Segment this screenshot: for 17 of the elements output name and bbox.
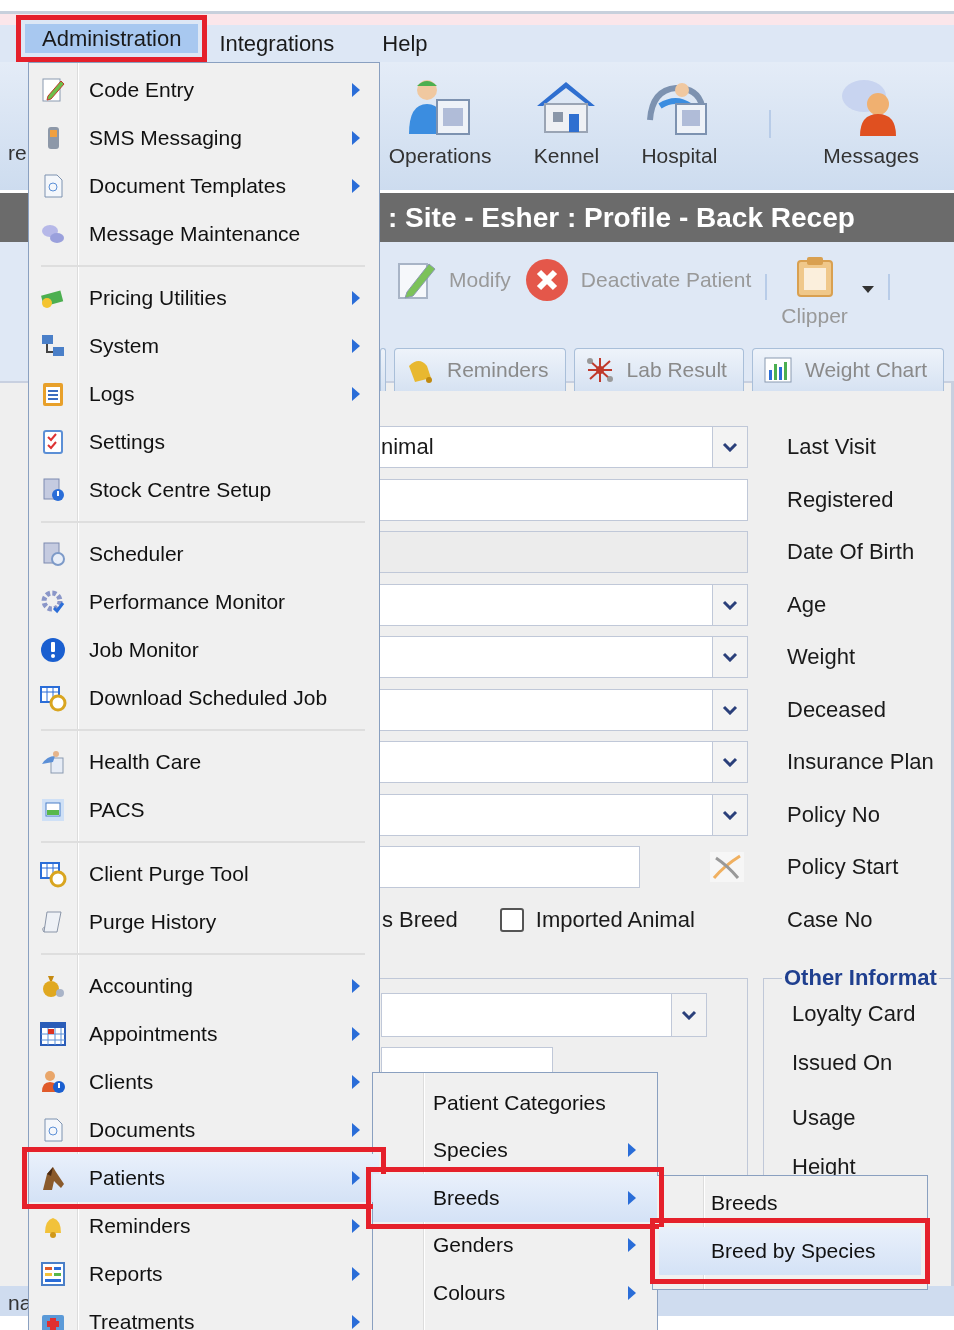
field-label: Usage (792, 1105, 857, 1132)
field-label: s Breed (382, 906, 458, 933)
field-label: Issued On (792, 1050, 894, 1077)
field-label: Last Visit (787, 434, 876, 461)
field-label: Age (787, 591, 827, 618)
profile-title: : Site - Esher : Profile - Back Recep (388, 201, 855, 234)
toolbar-label: re (8, 141, 27, 165)
field-label: Case No (787, 906, 873, 933)
field-label: Height (792, 1154, 857, 1181)
field-label: Registered (787, 486, 894, 513)
field-label: Weight (787, 644, 856, 671)
field-label: Deceased (787, 696, 887, 723)
field-label: Loyalty Card (792, 1001, 917, 1028)
field-label: Insurance Plan (787, 749, 934, 776)
field-label: Date Of Birth (787, 539, 915, 566)
field-label: Policy Start (787, 854, 899, 881)
field-label: Policy No (787, 801, 880, 828)
